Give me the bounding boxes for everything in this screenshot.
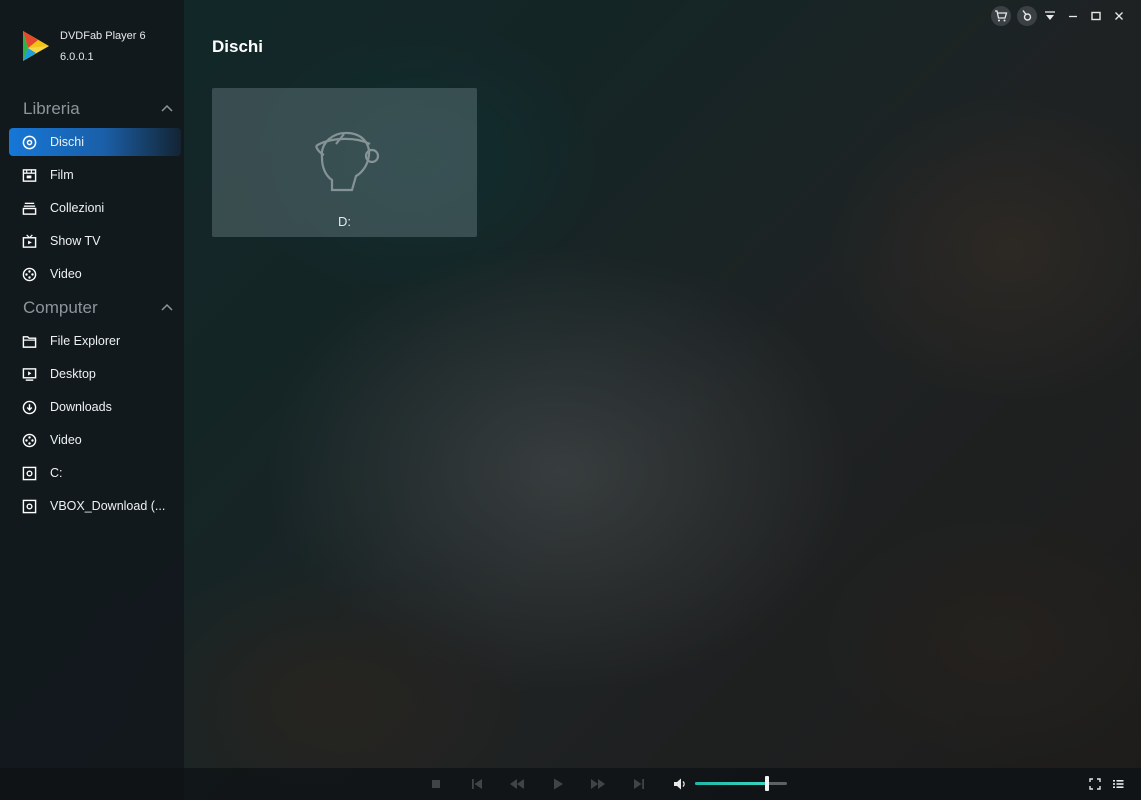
sidebar-item-downloads[interactable]: Downloads [9, 393, 181, 421]
drive-icon [22, 466, 37, 480]
sidebar-item-vbox-download[interactable]: VBOX_Download (... [9, 492, 181, 520]
page-title: Dischi [212, 37, 264, 56]
rewind-icon[interactable] [509, 776, 525, 792]
close-icon[interactable] [1109, 6, 1129, 26]
sidebar-item-collezioni[interactable]: Collezioni [9, 194, 181, 222]
sidebar-item-dischi[interactable]: Dischi [9, 128, 181, 156]
disc-placeholder-icon [314, 131, 380, 192]
folder-icon [22, 335, 37, 348]
stop-icon[interactable] [428, 776, 444, 792]
sidebar-item-label: Collezioni [50, 201, 105, 215]
sidebar-item-label: File Explorer [50, 334, 121, 348]
video-reel-icon [22, 433, 37, 447]
sidebar: DVDFab Player 6 6.0.0.1 Libreria Dischi … [0, 0, 184, 800]
collection-icon [22, 202, 37, 215]
section-libreria[interactable]: Libreria [23, 97, 178, 121]
maximize-icon[interactable] [1086, 6, 1106, 26]
disc-card-d[interactable]: D: [212, 88, 477, 237]
section-computer[interactable]: Computer [23, 296, 178, 320]
sidebar-item-film[interactable]: Film [9, 161, 181, 189]
section-libreria-title: Libreria [23, 99, 80, 118]
minimize-icon[interactable] [1063, 6, 1083, 26]
app-name: DVDFab Player 6 [60, 30, 146, 42]
settings-icon[interactable] [1017, 6, 1037, 26]
play-icon[interactable] [550, 776, 566, 792]
video-reel-icon [22, 267, 37, 281]
sidebar-item-label: Downloads [50, 400, 112, 414]
sidebar-item-label: Desktop [50, 367, 96, 381]
sidebar-item-file-explorer[interactable]: File Explorer [9, 327, 181, 355]
fast-forward-icon[interactable] [590, 776, 606, 792]
previous-icon[interactable] [469, 776, 485, 792]
sidebar-item-label: Show TV [50, 234, 101, 248]
sidebar-item-desktop[interactable]: Desktop [9, 360, 181, 388]
app-version: 6.0.0.1 [60, 51, 94, 63]
download-icon [22, 400, 37, 414]
sidebar-item-label: Dischi [50, 135, 85, 149]
volume-slider[interactable] [695, 776, 787, 791]
player-bar [0, 768, 1141, 800]
next-icon[interactable] [631, 776, 647, 792]
sidebar-item-drive-c[interactable]: C: [9, 459, 181, 487]
chevron-up-icon[interactable] [160, 102, 174, 116]
window-controls [985, 6, 1129, 26]
tv-icon [22, 234, 37, 248]
drive-icon [22, 499, 37, 513]
sidebar-item-label: C: [50, 466, 63, 480]
volume-fill [695, 782, 767, 785]
app-brand: DVDFab Player 6 6.0.0.1 [20, 26, 146, 66]
sidebar-item-video[interactable]: Video [9, 260, 181, 288]
sidebar-item-label: VBOX_Download (... [50, 499, 166, 513]
film-icon [22, 168, 37, 182]
volume-knob[interactable] [764, 776, 769, 791]
desktop-icon [22, 367, 37, 381]
sidebar-item-label: Video [50, 433, 82, 447]
menu-icon[interactable] [1040, 6, 1060, 26]
sidebar-item-label: Film [50, 168, 74, 182]
sidebar-item-video-computer[interactable]: Video [9, 426, 181, 454]
chevron-up-icon[interactable] [160, 301, 174, 315]
playlist-icon[interactable] [1110, 776, 1126, 792]
section-computer-title: Computer [23, 298, 98, 317]
volume-icon[interactable] [672, 776, 688, 792]
disc-label: D: [338, 214, 351, 229]
disc-icon [22, 135, 37, 149]
dvdfab-logo-icon [23, 31, 49, 61]
fullscreen-icon[interactable] [1087, 776, 1103, 792]
sidebar-item-show-tv[interactable]: Show TV [9, 227, 181, 255]
sidebar-item-label: Video [50, 267, 82, 281]
cart-icon[interactable] [991, 6, 1011, 26]
